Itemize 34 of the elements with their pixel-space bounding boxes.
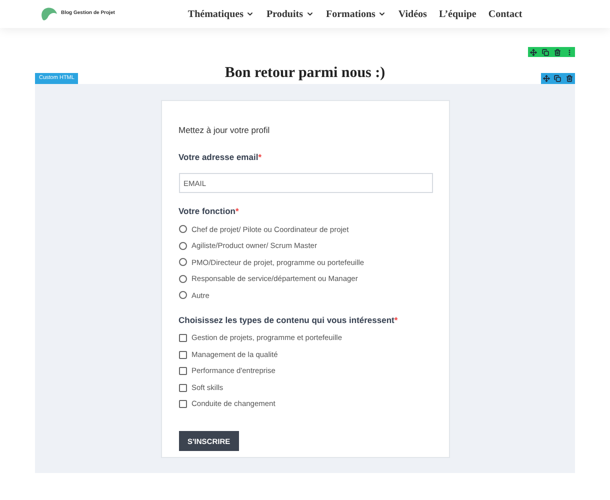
chevron-down-icon — [306, 10, 314, 18]
required-mark: * — [235, 205, 239, 218]
move-icon[interactable] — [543, 75, 550, 82]
checkbox[interactable] — [178, 400, 186, 408]
nav-link[interactable]: Formations — [326, 6, 386, 22]
delete-icon[interactable] — [566, 75, 573, 82]
field-label: Choisissez les types de contenu qui vous intéressent — [178, 314, 394, 326]
nav-link[interactable]: Thématiques — [188, 6, 254, 22]
radio-button[interactable] — [178, 274, 186, 283]
form-intro: Mettez à jour votre profil — [178, 124, 271, 137]
chevron-down-icon — [246, 10, 254, 18]
field-label: Votre adresse email — [178, 150, 258, 164]
chevron-down-icon — [378, 10, 386, 18]
nav-link[interactable]: L’équipe — [438, 6, 476, 22]
checkbox[interactable] — [178, 367, 186, 375]
nav-link[interactable]: Vidéos — [398, 6, 427, 22]
copy-icon[interactable] — [542, 48, 550, 56]
logo-icon — [40, 6, 58, 22]
radio-button[interactable] — [178, 242, 186, 250]
checkbox[interactable] — [178, 384, 186, 392]
radio-button[interactable] — [178, 225, 186, 234]
move-icon[interactable] — [530, 48, 538, 56]
page-heading: Bon retour parmi nous :) — [224, 64, 386, 82]
nav-link[interactable]: Contact — [488, 6, 522, 22]
checkbox[interactable] — [178, 350, 186, 358]
field-label: Votre fonction — [178, 205, 236, 218]
required-mark: * — [258, 150, 262, 164]
radio-button[interactable] — [178, 291, 186, 300]
copy-icon[interactable] — [554, 75, 562, 82]
checkbox[interactable] — [178, 334, 186, 342]
nav-link[interactable]: Produits — [266, 6, 314, 22]
delete-icon[interactable] — [554, 48, 561, 56]
radio-button[interactable] — [178, 258, 186, 266]
required-mark: * — [394, 314, 398, 326]
